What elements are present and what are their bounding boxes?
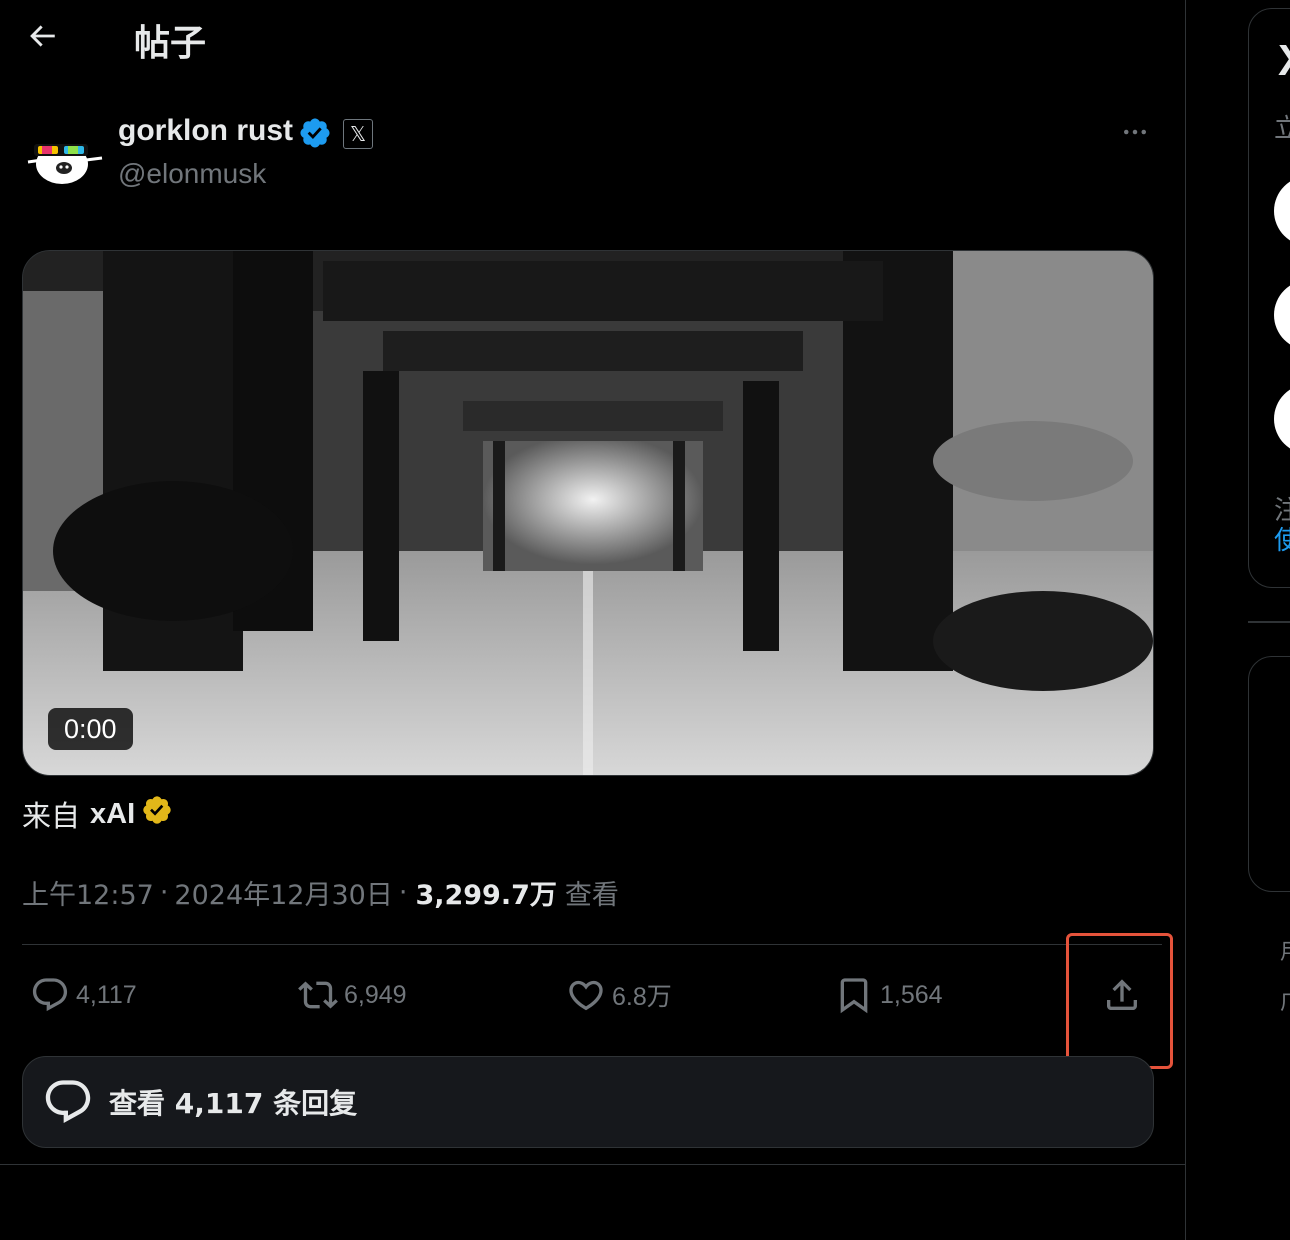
- bookmark-icon: [834, 975, 874, 1015]
- sidebar-card: [1248, 656, 1290, 892]
- bookmark-button[interactable]: 1,564: [834, 966, 943, 1024]
- sidebar-link[interactable]: 使: [1274, 520, 1290, 557]
- reply-count: 4,117: [76, 980, 137, 1009]
- source-name[interactable]: xAI: [90, 798, 135, 831]
- primary-column: 帖子 gorklon rust 𝕏 @elonmusk 0:00 来自 xAI …: [0, 0, 1186, 1240]
- divider: [22, 944, 1162, 945]
- verified-badge-icon: [298, 116, 332, 150]
- author-name[interactable]: gorklon rust: [118, 114, 293, 148]
- post-time[interactable]: 上午12:57: [22, 873, 154, 912]
- source-prefix: 来自: [22, 799, 81, 833]
- more-horizontal-icon: [1120, 117, 1150, 152]
- chat-bubble-icon: [41, 1075, 95, 1129]
- view-replies-button[interactable]: 查看 4,117 条回复: [22, 1056, 1154, 1148]
- page-header: 帖子: [0, 0, 1186, 78]
- more-options-button[interactable]: [1110, 112, 1160, 156]
- reply-button[interactable]: 4,117: [30, 966, 137, 1024]
- like-count: 6.8万: [612, 983, 672, 1011]
- x-logo: X: [1278, 36, 1290, 86]
- reply-icon: [30, 975, 70, 1015]
- sidebar-text: 立: [1274, 114, 1290, 144]
- post-date[interactable]: 2024年12月30日: [174, 873, 392, 912]
- sidebar-divider: [1248, 621, 1290, 623]
- video-timestamp: 0:00: [48, 708, 133, 750]
- meta-separator: ·: [398, 876, 408, 908]
- affiliate-badge[interactable]: 𝕏: [343, 119, 373, 149]
- x-logo-icon: 𝕏: [349, 122, 367, 146]
- view-replies-label: 查看 4,117 条回复: [109, 1087, 358, 1120]
- heart-icon: [566, 975, 606, 1015]
- views-label: 查看: [564, 879, 619, 911]
- video-frame: [23, 251, 1153, 775]
- back-button[interactable]: [18, 14, 66, 62]
- author-handle[interactable]: @elonmusk: [118, 158, 266, 190]
- repost-icon: [298, 975, 338, 1015]
- post-meta: 上午12:57 · 2024年12月30日 · 3,299.7万 查看: [22, 872, 619, 912]
- meta-separator: ·: [159, 876, 169, 908]
- repost-count: 6,949: [344, 980, 407, 1009]
- like-button[interactable]: 6.8万: [566, 966, 672, 1024]
- views-count: 3,299.7万: [415, 879, 557, 911]
- avatar[interactable]: [24, 118, 104, 198]
- arrow-left-icon: [25, 19, 59, 58]
- sidebar-footer-link[interactable]: 用: [1280, 934, 1290, 966]
- page-title: 帖子: [134, 23, 207, 64]
- gold-verified-badge-icon: [141, 794, 173, 834]
- sidebar-footer-link[interactable]: 广: [1280, 984, 1290, 1016]
- post-source: 来自 xAI: [22, 794, 173, 834]
- video-player[interactable]: [22, 250, 1154, 776]
- bookmark-count: 1,564: [880, 980, 943, 1009]
- divider: [0, 1164, 1186, 1165]
- repost-button[interactable]: 6,949: [298, 966, 407, 1024]
- annotation-highlight-box: [1066, 933, 1173, 1069]
